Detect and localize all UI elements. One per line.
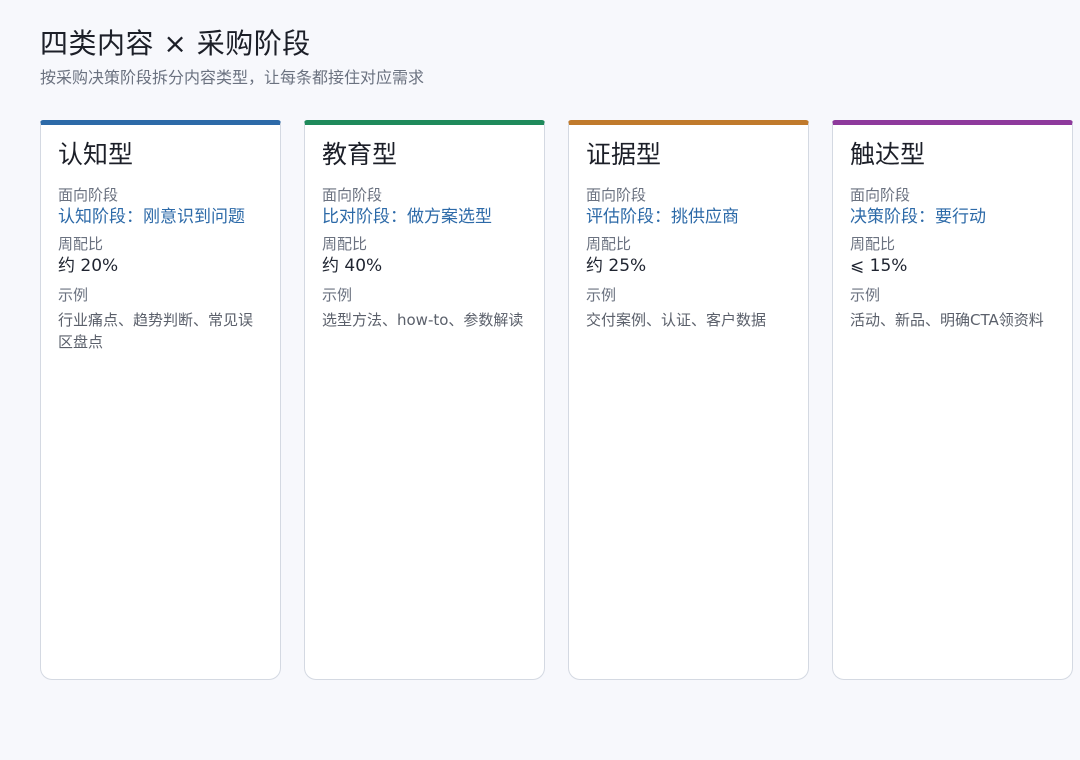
card-title: 教育型 (322, 140, 398, 169)
example-value: 选型方法、how-to、参数解读 (322, 311, 524, 329)
page-subtitle: 按采购决策阶段拆分内容类型，让每条都接住对应需求 (40, 68, 425, 87)
example-value: 活动、新品、明确CTA领资料 (850, 311, 1044, 329)
stage-value: 决策阶段：要行动 (850, 207, 986, 227)
example-value: 行业痛点、趋势判断、常见误区盘点 (58, 311, 254, 351)
example-label: 示例 (586, 286, 617, 304)
card-outreach: 触达型 面向阶段 决策阶段：要行动 周配比 ⩽ 15% 示例 活动、新品、明确C… (832, 120, 1073, 680)
example-label: 示例 (850, 286, 881, 304)
card-title: 触达型 (850, 140, 926, 169)
example-value: 交付案例、认证、客户数据 (586, 311, 767, 329)
card-title: 认知型 (58, 140, 134, 169)
ratio-label: 周配比 (850, 235, 896, 253)
stage-label: 面向阶段 (58, 186, 119, 204)
ratio-label: 周配比 (586, 235, 632, 253)
card-awareness: 认知型 面向阶段 认知阶段：刚意识到问题 周配比 约 20% 示例 行业痛点、趋… (40, 120, 281, 680)
ratio-label: 周配比 (322, 235, 368, 253)
header: 四类内容 × 采购阶段 按采购决策阶段拆分内容类型，让每条都接住对应需求 (40, 26, 424, 89)
stage-value: 评估阶段：挑供应商 (586, 207, 739, 227)
content-type-cards: 认知型 面向阶段 认知阶段：刚意识到问题 周配比 约 20% 示例 行业痛点、趋… (40, 120, 1073, 680)
stage-label: 面向阶段 (322, 186, 383, 204)
example-label: 示例 (322, 286, 353, 304)
example-label: 示例 (58, 286, 89, 304)
ratio-value: 约 20% (58, 256, 119, 276)
ratio-value: ⩽ 15% (850, 256, 908, 276)
page-title: 四类内容 × 采购阶段 (40, 27, 311, 60)
stage-value: 认知阶段：刚意识到问题 (58, 207, 245, 227)
card-education: 教育型 面向阶段 比对阶段：做方案选型 周配比 约 40% 示例 选型方法、ho… (304, 120, 545, 680)
ratio-value: 约 25% (586, 256, 647, 276)
ratio-label: 周配比 (58, 235, 104, 253)
ratio-value: 约 40% (322, 256, 383, 276)
stage-value: 比对阶段：做方案选型 (322, 207, 492, 227)
card-title: 证据型 (586, 140, 662, 169)
stage-label: 面向阶段 (850, 186, 911, 204)
stage-label: 面向阶段 (586, 186, 647, 204)
card-evidence: 证据型 面向阶段 评估阶段：挑供应商 周配比 约 25% 示例 交付案例、认证、… (568, 120, 809, 680)
